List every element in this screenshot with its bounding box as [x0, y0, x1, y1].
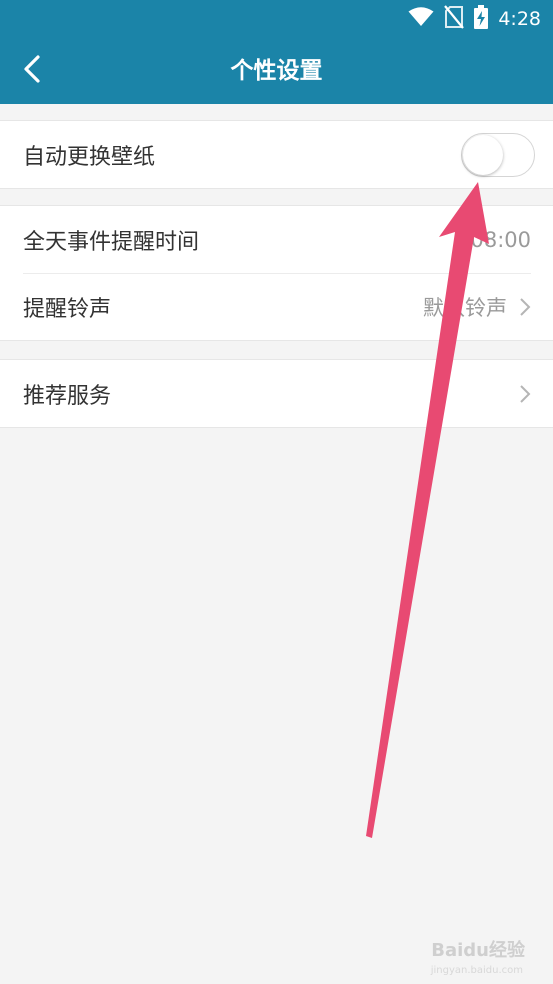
- chevron-right-icon: [519, 297, 531, 317]
- auto-wallpaper-row[interactable]: 自动更换壁纸: [0, 121, 553, 188]
- settings-group-wallpaper: 自动更换壁纸: [0, 120, 553, 189]
- settings-group-reminders: 全天事件提醒时间 08:00 提醒铃声 默认铃声: [0, 205, 553, 341]
- settings-group-services: 推荐服务: [0, 359, 553, 428]
- watermark-url: jingyan.baidu.com: [430, 965, 523, 976]
- status-time: 4:28: [498, 8, 541, 30]
- reminder-ringtone-row[interactable]: 提醒铃声 默认铃声: [0, 273, 553, 340]
- auto-wallpaper-switch[interactable]: [461, 132, 535, 177]
- wifi-icon: [408, 7, 434, 31]
- auto-wallpaper-label: 自动更换壁纸: [23, 144, 156, 170]
- no-sim-icon: [444, 5, 465, 33]
- reminder-ringtone-value: 默认铃声: [423, 295, 507, 320]
- switch-knob: [463, 134, 503, 175]
- recommended-services-row[interactable]: 推荐服务: [0, 360, 553, 427]
- battery-charging-icon: [474, 5, 489, 33]
- app-bar: 个性设置: [0, 38, 553, 104]
- all-day-reminder-time-value: 08:00: [470, 227, 531, 252]
- page-title: 个性设置: [230, 58, 323, 84]
- screen: 4:28 个性设置 自动更换壁纸 全天事件提醒时间 08:00 提醒铃声 默认铃…: [0, 0, 553, 984]
- back-chevron-icon: [23, 54, 41, 88]
- back-button[interactable]: [10, 49, 54, 93]
- reminder-ringtone-label: 提醒铃声: [23, 296, 112, 322]
- status-icons: 4:28: [408, 5, 541, 33]
- status-bar: 4:28: [0, 0, 553, 38]
- chevron-right-icon: [519, 384, 531, 404]
- recommended-services-label: 推荐服务: [23, 383, 112, 409]
- all-day-reminder-time-row[interactable]: 全天事件提醒时间 08:00: [0, 206, 553, 273]
- all-day-reminder-time-label: 全天事件提醒时间: [23, 229, 200, 255]
- watermark-brand: Baidu经验: [431, 940, 525, 961]
